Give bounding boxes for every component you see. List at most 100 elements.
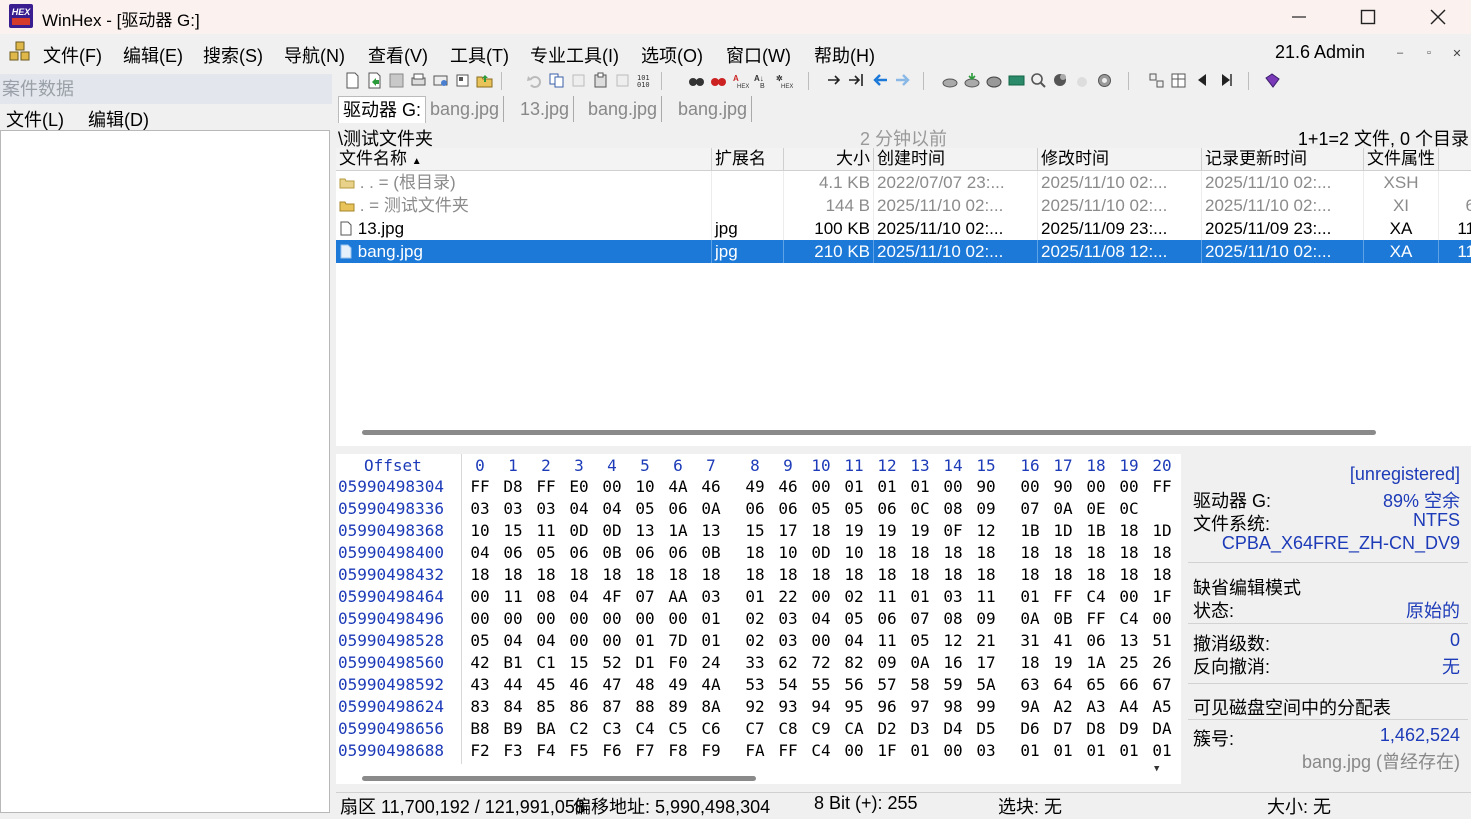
hex-byte[interactable]: 09 xyxy=(873,653,901,672)
hex-byte[interactable]: 15 xyxy=(499,521,527,540)
settings-icon[interactable] xyxy=(1096,72,1113,89)
hex-byte[interactable]: 41 xyxy=(1049,631,1077,650)
hex-byte[interactable]: 05 xyxy=(840,609,868,628)
hex-byte[interactable]: 46 xyxy=(774,477,802,496)
hex-byte[interactable]: 19 xyxy=(840,521,868,540)
hex-byte[interactable]: 11 xyxy=(499,587,527,606)
hex-row[interactable]: 05990498656 B8 B9 BA C2 C3 C4 C5 C6 C7 C8 C9 CA D2 D3 D… xyxy=(336,719,1181,741)
hex-byte[interactable]: 05 xyxy=(906,631,934,650)
case-menu-edit[interactable]: 编辑(D) xyxy=(88,106,149,132)
hex-byte[interactable]: 01 xyxy=(1016,587,1044,606)
hex-byte[interactable]: D8 xyxy=(1082,719,1110,738)
hex-row[interactable]: 05990498560 42 B1 C1 15 52 D1 F0 24 33 62 72 82 09 0A 1… xyxy=(336,653,1181,675)
hex-byte[interactable]: 00 xyxy=(1082,477,1110,496)
hex-byte[interactable]: 06 xyxy=(565,543,593,562)
hex-byte[interactable]: 48 xyxy=(631,675,659,694)
hex-byte[interactable]: 58 xyxy=(906,675,934,694)
hex-row[interactable]: 05990498304 FF D8 FF E0 00 10 4A 46 49 46 00 01 01 01 0… xyxy=(336,477,1181,499)
disk-clone-icon[interactable] xyxy=(964,72,981,89)
hex-byte[interactable]: A5 xyxy=(1148,697,1176,716)
hex-byte[interactable]: 00 xyxy=(466,587,494,606)
hex-byte[interactable]: 96 xyxy=(873,697,901,716)
hex-byte[interactable]: 0C xyxy=(1115,499,1143,518)
tab-drive-g[interactable]: 驱动器 G: xyxy=(338,96,427,123)
hex-byte[interactable]: 03 xyxy=(939,587,967,606)
hex-byte[interactable]: 01 xyxy=(873,477,901,496)
hex-byte[interactable]: F6 xyxy=(598,741,626,760)
menu-view[interactable]: 查看(V) xyxy=(368,42,428,68)
hex-byte[interactable]: 18 xyxy=(697,565,725,584)
paste-zero-icon[interactable] xyxy=(614,72,631,89)
hex-byte[interactable]: 00 xyxy=(939,741,967,760)
hex-byte[interactable]: 00 xyxy=(466,609,494,628)
hex-byte[interactable]: C2 xyxy=(565,719,593,738)
replace-hex-icon[interactable]: A↓B xyxy=(754,72,771,89)
hex-byte[interactable]: 02 xyxy=(840,587,868,606)
hex-byte[interactable]: FF xyxy=(774,741,802,760)
hex-byte[interactable]: 5A xyxy=(972,675,1000,694)
hex-byte[interactable]: B1 xyxy=(499,653,527,672)
hex-byte[interactable]: C4 xyxy=(807,741,835,760)
hex-byte[interactable]: F9 xyxy=(697,741,725,760)
hex-row[interactable]: 05990498624 83 84 85 86 87 88 89 8A 92 93 94 95 96 97 9… xyxy=(336,697,1181,719)
hex-byte[interactable]: 00 xyxy=(499,609,527,628)
hex-byte[interactable]: 03 xyxy=(466,499,494,518)
hex-byte[interactable]: 52 xyxy=(598,653,626,672)
hex-byte[interactable]: 1B xyxy=(1082,521,1110,540)
hex-byte[interactable]: 46 xyxy=(565,675,593,694)
open-disk-icon[interactable] xyxy=(454,72,471,89)
hex-byte[interactable]: 18 xyxy=(1148,543,1176,562)
hex-byte[interactable]: D6 xyxy=(1016,719,1044,738)
hex-byte[interactable]: 15 xyxy=(741,521,769,540)
hex-byte[interactable]: 01 xyxy=(697,631,725,650)
hex-byte[interactable]: 09 xyxy=(972,609,1000,628)
mdi-restore-button[interactable]: ▫ xyxy=(1420,44,1438,62)
new-file-icon[interactable] xyxy=(344,72,361,89)
undo-icon[interactable] xyxy=(526,72,543,89)
hex-byte[interactable]: 04 xyxy=(598,499,626,518)
sync-view-icon[interactable] xyxy=(1148,72,1165,89)
hex-byte[interactable]: 01 xyxy=(906,477,934,496)
hex-byte[interactable]: 0A xyxy=(1016,609,1044,628)
hex-byte[interactable]: 67 xyxy=(1148,675,1176,694)
hex-byte[interactable]: B8 xyxy=(466,719,494,738)
hex-byte[interactable]: 0F xyxy=(939,521,967,540)
hex-row[interactable]: 05990498400 04 06 05 06 0B 06 06 0B 18 10 0D 10 18 18 1… xyxy=(336,543,1181,565)
case-data-icon[interactable] xyxy=(8,40,32,62)
hex-byte[interactable]: 19 xyxy=(906,521,934,540)
hex-row[interactable]: 05990498336 03 03 03 04 04 05 06 0A 06 06 05 05 06 0C 0… xyxy=(336,499,1181,521)
column-header-modified[interactable]: 修改时间 xyxy=(1038,148,1202,170)
hex-byte[interactable]: 0A xyxy=(697,499,725,518)
hex-byte[interactable]: 54 xyxy=(774,675,802,694)
hex-byte[interactable]: F3 xyxy=(499,741,527,760)
maximize-button[interactable] xyxy=(1333,0,1403,34)
hex-byte[interactable]: C6 xyxy=(697,719,725,738)
hex-byte[interactable]: 1D xyxy=(1049,521,1077,540)
hex-byte[interactable]: 00 xyxy=(1115,587,1143,606)
hex-byte[interactable]: 1A xyxy=(664,521,692,540)
hex-byte[interactable]: 18 xyxy=(664,565,692,584)
hex-byte[interactable]: 06 xyxy=(664,543,692,562)
hex-byte[interactable]: 64 xyxy=(1049,675,1077,694)
copy-icon[interactable] xyxy=(548,72,565,89)
hex-byte[interactable]: C4 xyxy=(631,719,659,738)
menu-help[interactable]: 帮助(H) xyxy=(814,42,875,68)
tab-bang-jpg[interactable]: bang.jpg xyxy=(426,96,505,122)
hex-byte[interactable]: F5 xyxy=(565,741,593,760)
hex-byte[interactable]: 18 xyxy=(1082,543,1110,562)
hex-byte[interactable]: A4 xyxy=(1115,697,1143,716)
hex-byte[interactable]: 02 xyxy=(741,609,769,628)
hex-byte[interactable]: 31 xyxy=(1016,631,1044,650)
hex-byte[interactable]: C7 xyxy=(741,719,769,738)
hex-byte[interactable]: 00 xyxy=(807,477,835,496)
hex-byte[interactable]: 0D xyxy=(807,543,835,562)
hex-byte[interactable]: 06 xyxy=(873,499,901,518)
tab-13-jpg[interactable]: 13.jpg xyxy=(516,96,575,122)
search-hex-values-icon[interactable]: ✲HEX xyxy=(776,72,793,89)
file-row-current-dir[interactable]: . = 测试文件夹 144 B 2025/11/10 02:... 2025/1… xyxy=(336,194,1471,217)
hex-byte[interactable]: 90 xyxy=(1049,477,1077,496)
next-block-icon[interactable] xyxy=(1218,72,1235,89)
hex-editor[interactable]: Offset 0 1 2 3 4 5 6 7 8 9 10 11 12 13 14 15 16 17 18 19 20 … xyxy=(336,454,1181,784)
hex-byte[interactable]: 04 xyxy=(565,587,593,606)
hex-byte[interactable]: 08 xyxy=(939,609,967,628)
